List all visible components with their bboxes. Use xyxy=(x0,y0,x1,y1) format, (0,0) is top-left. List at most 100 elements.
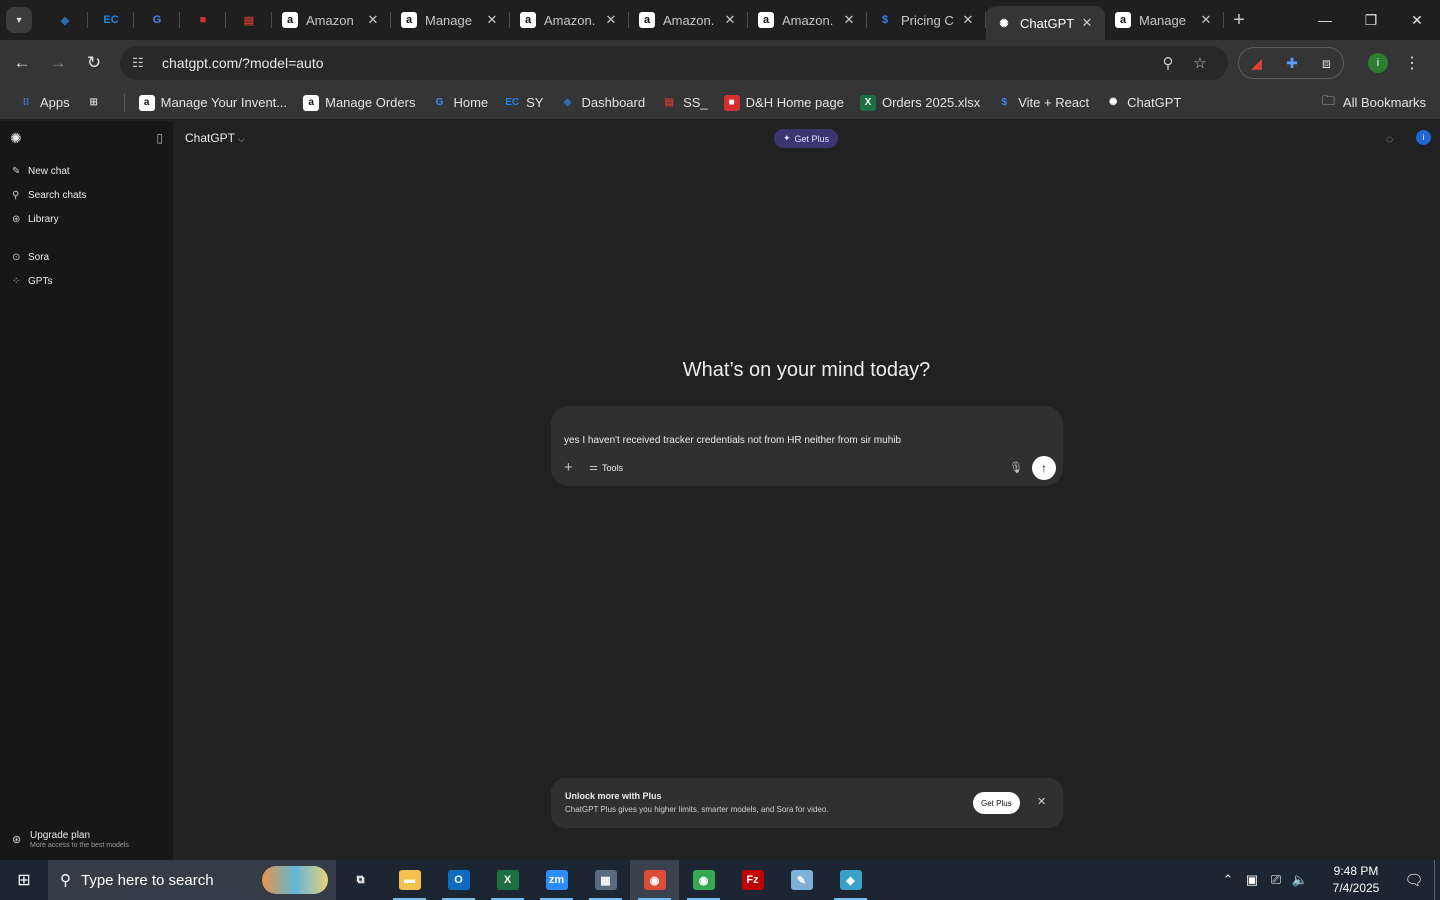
model-selector[interactable]: ChatGPT ⌵ xyxy=(185,131,245,145)
tools-button[interactable]: ⚌ Tools xyxy=(589,462,623,473)
back-icon[interactable]: ← xyxy=(4,53,40,73)
extensions-puzzle-icon[interactable]: ⧈ xyxy=(1322,55,1331,72)
bookmark-item[interactable]: ◆ Dashboard xyxy=(559,95,645,111)
profile-avatar[interactable]: i xyxy=(1368,53,1388,73)
url-text[interactable]: chatgpt.com/?model=auto xyxy=(162,55,1152,71)
tab-close-icon[interactable]: ✕ xyxy=(365,12,381,28)
microphone-icon[interactable]: 🎙 xyxy=(1009,461,1023,474)
bookmark-item[interactable]: ⊞ xyxy=(86,95,108,111)
network-icon[interactable]: ⎚ xyxy=(1264,872,1288,888)
send-button[interactable]: ↑ xyxy=(1032,456,1056,480)
tab-close-icon[interactable]: ✕ xyxy=(960,12,976,28)
extension-blue-icon[interactable]: ✚ xyxy=(1286,55,1298,72)
minimize-icon[interactable]: — xyxy=(1302,12,1348,29)
forward-icon[interactable]: → xyxy=(40,53,76,73)
sidebar-item-new-chat[interactable]: ✎ New chat xyxy=(0,159,173,183)
bookmark-item[interactable]: EC SY xyxy=(504,95,543,111)
all-bookmarks-button[interactable]: 🗀 All Bookmarks xyxy=(1322,92,1426,114)
taskbar-app-outlook[interactable]: O xyxy=(434,860,483,900)
bookmarks-bar: ⁝⁝ Apps ⊞ a Manage Your Invent... a Manage Ord… xyxy=(0,86,1440,120)
taskbar-app-task-view[interactable]: ⧉ xyxy=(336,860,385,900)
site-info-icon[interactable]: ☷ xyxy=(132,55,152,71)
taskbar-app-calculator[interactable]: ▦ xyxy=(581,860,630,900)
taskbar-app-excel[interactable]: X xyxy=(483,860,532,900)
file-explorer-icon: ▬ xyxy=(398,870,421,890)
bookmark-star-icon[interactable]: ☆ xyxy=(1184,54,1216,72)
browser-tab[interactable]: a Amazon. ✕ xyxy=(629,0,748,40)
show-desktop-button[interactable] xyxy=(1434,860,1440,900)
close-icon[interactable]: ✕ xyxy=(1037,795,1046,808)
tray-overflow-icon[interactable]: ⌃ xyxy=(1216,872,1240,888)
pinned-tab[interactable]: G xyxy=(134,0,180,40)
extension-red-icon[interactable]: ◢ xyxy=(1251,55,1262,72)
browser-tab[interactable]: a Manage ✕ xyxy=(1105,0,1224,40)
bookmark-item[interactable]: X Orders 2025.xlsx xyxy=(859,94,980,111)
bookmark-item[interactable]: a Manage Orders xyxy=(303,94,415,111)
chatgpt-icon: ✺ xyxy=(1108,97,1118,108)
sidebar-item-label: New chat xyxy=(28,165,70,177)
taskbar-app-chrome-profile[interactable]: ◉ xyxy=(679,860,728,900)
volume-icon[interactable]: 🔈 xyxy=(1288,872,1312,888)
browser-tab[interactable]: a Amazon. ✕ xyxy=(510,0,629,40)
taskbar-app-app-diamond[interactable]: ◆ xyxy=(826,860,875,900)
zoom-icon[interactable]: ⚲ xyxy=(1152,54,1184,72)
pinned-tab[interactable]: ◆ xyxy=(42,0,88,40)
window-close-icon[interactable]: ✕ xyxy=(1394,12,1440,29)
chatgpt-logo-icon[interactable]: ✺ xyxy=(10,130,22,147)
tab-close-icon[interactable]: ✕ xyxy=(1198,12,1214,28)
sidebar-item-gpts[interactable]: ⁘ GPTs xyxy=(0,269,173,293)
taskbar-app-filezilla[interactable]: Fz xyxy=(728,860,777,900)
reload-icon[interactable]: ↻ xyxy=(76,53,112,73)
prompt-input[interactable]: yes I haven't received tracker credentia… xyxy=(564,435,901,446)
bookmark-item[interactable]: $ Vite + React xyxy=(996,95,1089,111)
new-tab-button[interactable]: + xyxy=(1224,9,1254,32)
temporary-chat-icon[interactable]: ◌ xyxy=(1386,132,1393,146)
tab-favicon-amazon: a xyxy=(282,12,298,28)
upgrade-plan-button[interactable]: ⊛ Upgrade plan More access to the best m… xyxy=(0,824,173,854)
browser-tab[interactable]: ✺ ChatGPT ✕ xyxy=(986,6,1105,40)
pinned-tab[interactable]: ▤ xyxy=(226,0,272,40)
tab-close-icon[interactable]: ✕ xyxy=(484,12,500,28)
sidebar-item-sora[interactable]: ⊙ Sora xyxy=(0,245,173,269)
window-controls: — ❐ ✕ xyxy=(1302,12,1440,29)
notification-center-icon[interactable]: 🗨 xyxy=(1394,871,1434,889)
promo-get-plus-button[interactable]: Get Plus xyxy=(973,792,1020,814)
taskbar-app-chrome[interactable]: ◉ xyxy=(630,860,679,900)
bookmark-item[interactable]: G Home xyxy=(431,95,489,111)
pinned-tab[interactable]: ■ xyxy=(180,0,226,40)
restore-icon[interactable]: ❐ xyxy=(1348,12,1394,29)
windows-start-icon[interactable]: ⊞ xyxy=(0,860,48,900)
bookmark-item[interactable]: ■ D&H Home page xyxy=(723,94,844,111)
user-avatar[interactable]: i xyxy=(1416,130,1431,145)
taskbar-app-zoom[interactable]: zm xyxy=(532,860,581,900)
chat-main: ChatGPT ⌵ ✦ Get Plus ◌ i What’s on your m… xyxy=(173,121,1440,860)
pinned-tab[interactable]: EC xyxy=(88,0,134,40)
sidebar-item-search-chats[interactable]: ⚲ Search chats xyxy=(0,183,173,207)
tab-close-icon[interactable]: ✕ xyxy=(841,12,857,28)
taskbar-app-notepad[interactable]: ✎ xyxy=(777,860,826,900)
bookmark-label: Manage Your Invent... xyxy=(160,95,288,110)
tab-close-icon[interactable]: ✕ xyxy=(722,12,738,28)
taskbar-app-file-explorer[interactable]: ▬ xyxy=(385,860,434,900)
bookmark-item[interactable]: ▤ SS_ xyxy=(661,95,707,111)
address-bar[interactable]: ☷ chatgpt.com/?model=auto ⚲ ☆ xyxy=(120,46,1228,80)
bookmark-item[interactable]: ⁝⁝ Apps xyxy=(18,95,70,111)
tab-favicon-amazon: a xyxy=(758,12,774,28)
clock[interactable]: 9:48 PM 7/4/2025 xyxy=(1318,863,1394,897)
browser-tab[interactable]: a Amazon. ✕ xyxy=(748,0,867,40)
tab-search-button[interactable]: ▾ xyxy=(6,7,32,33)
sidebar-toggle-icon[interactable]: ▯ xyxy=(156,131,163,145)
browser-tab[interactable]: $ Pricing C ✕ xyxy=(867,0,986,40)
security-icon[interactable]: ▣ xyxy=(1240,872,1264,888)
tab-close-icon[interactable]: ✕ xyxy=(1079,15,1095,31)
browser-tab[interactable]: a Manage ✕ xyxy=(391,0,510,40)
browser-tab[interactable]: a Amazon ✕ xyxy=(272,0,391,40)
bookmark-item[interactable]: ✺ ChatGPT xyxy=(1105,95,1181,111)
add-attachment-icon[interactable]: + xyxy=(564,459,573,476)
bookmark-item[interactable]: a Manage Your Invent... xyxy=(138,94,288,111)
taskbar-search-box[interactable]: ⚲ Type here to search xyxy=(48,860,336,900)
sidebar-item-library[interactable]: ⊛ Library xyxy=(0,207,173,231)
tab-close-icon[interactable]: ✕ xyxy=(603,12,619,28)
browser-menu-icon[interactable]: ⋮ xyxy=(1404,53,1420,73)
get-plus-button[interactable]: ✦ Get Plus xyxy=(774,129,839,148)
